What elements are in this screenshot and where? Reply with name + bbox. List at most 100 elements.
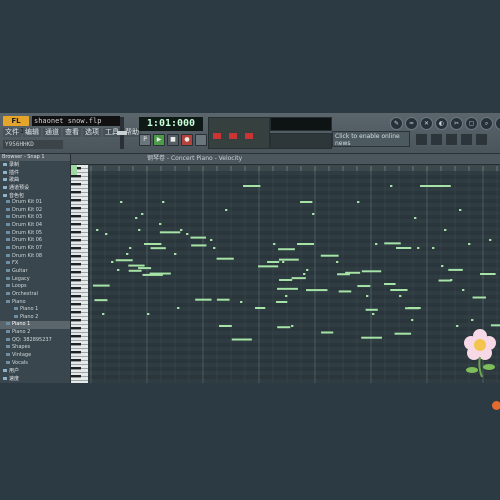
tempo-button[interactable]: [195, 134, 207, 146]
browser-item[interactable]: 用户: [0, 367, 70, 375]
folder-icon: [3, 369, 7, 373]
folder-icon: [6, 276, 10, 280]
browser-item[interactable]: Orchestral: [0, 291, 70, 299]
note: [219, 325, 232, 327]
black-key: [71, 319, 81, 322]
note: [120, 201, 123, 203]
browser-item[interactable]: Guitar: [0, 268, 70, 276]
black-key: [71, 199, 81, 202]
menu-view[interactable]: 查看: [63, 128, 81, 137]
browser-item-label: Piano 1: [12, 321, 31, 328]
grid-row: [88, 255, 500, 259]
browser-item[interactable]: 音色包: [0, 192, 70, 200]
browser-item[interactable]: Piano: [0, 299, 70, 307]
white-key: [71, 305, 88, 309]
browser-item[interactable]: Loops: [0, 283, 70, 291]
grid-row: [88, 319, 500, 323]
pencil-icon[interactable]: ✎: [390, 117, 403, 130]
grid-row: [88, 279, 500, 283]
mixer-controls[interactable]: [208, 117, 270, 149]
browser-item[interactable]: Drum Kit 05: [0, 230, 70, 238]
menu-channels[interactable]: 通道: [43, 128, 61, 137]
browser-item[interactable]: Piano 2: [0, 329, 70, 337]
slice-icon[interactable]: ✂: [450, 117, 463, 130]
grid-row: [88, 375, 500, 379]
folder-icon: [6, 238, 10, 242]
browser-item[interactable]: Piano 1: [0, 321, 70, 330]
note: [258, 265, 279, 268]
browser-item-label: Orchestral: [12, 290, 38, 297]
play-icon[interactable]: ▸: [495, 117, 500, 130]
menu-options[interactable]: 选项: [83, 128, 101, 137]
active-key: [71, 165, 77, 175]
note: [174, 253, 177, 255]
grid-row: [88, 175, 500, 179]
browser-item[interactable]: Drum Kit 01: [0, 199, 70, 207]
note: [365, 308, 378, 311]
note: [276, 301, 288, 303]
grid-row: [88, 351, 500, 355]
record-button[interactable]: ●: [181, 134, 193, 146]
menu-file[interactable]: 文件: [3, 128, 21, 137]
play-button[interactable]: ▶: [153, 134, 165, 146]
online-news-button[interactable]: Click to enable online news: [332, 131, 410, 147]
zoom-icon[interactable]: ⌕: [480, 117, 493, 130]
mute-icon[interactable]: ◐: [435, 117, 448, 130]
brush-icon[interactable]: ≈: [405, 117, 418, 130]
delete-icon[interactable]: ✕: [420, 117, 433, 130]
piano-keyboard[interactable]: [71, 165, 88, 383]
browser-item[interactable]: QQ: 382895237: [0, 337, 70, 345]
note: [420, 185, 436, 187]
browser-item[interactable]: Shapes: [0, 344, 70, 352]
led-indicator: [245, 133, 253, 139]
browser-item[interactable]: Drum Kit 02: [0, 207, 70, 215]
folder-icon: [6, 268, 10, 272]
pattern-mode-button[interactable]: P: [139, 134, 151, 146]
browser-icon[interactable]: [475, 133, 488, 146]
menu-edit[interactable]: 编辑: [23, 128, 41, 137]
browser-item[interactable]: Drum Kit 03: [0, 214, 70, 222]
browser-item[interactable]: Vintage: [0, 352, 70, 360]
browser-item-label: 用户: [9, 368, 20, 375]
white-key: [71, 321, 88, 325]
piano-roll-icon[interactable]: [460, 133, 473, 146]
white-key: [71, 337, 88, 341]
browser-item[interactable]: 通道预设: [0, 184, 70, 192]
note-grid[interactable]: [88, 171, 500, 383]
browser-item[interactable]: Vocals: [0, 360, 70, 368]
browser-item[interactable]: 速度: [0, 375, 70, 383]
folder-icon: [6, 215, 10, 219]
channel-rack-icon[interactable]: [430, 133, 443, 146]
volume-knob[interactable]: [117, 131, 127, 135]
hint-bar: Y956HHKD: [3, 140, 63, 149]
browser-item[interactable]: Legacy: [0, 276, 70, 284]
master-volume-slider[interactable]: [117, 117, 127, 149]
note: [213, 247, 216, 249]
white-key: [71, 201, 88, 205]
folder-icon: [6, 291, 10, 295]
browser-item[interactable]: Drum Kit 04: [0, 222, 70, 230]
browser-item[interactable]: Drum Kit 08: [0, 253, 70, 261]
browser-item[interactable]: Piano 1: [0, 306, 70, 314]
folder-icon: [6, 299, 10, 303]
note: [278, 248, 295, 251]
folder-icon: [6, 345, 10, 349]
note: [357, 285, 371, 288]
browser-item[interactable]: Drum Kit 07: [0, 245, 70, 253]
scroll-handle[interactable]: [492, 401, 500, 410]
folder-icon: [6, 284, 10, 288]
browser-item-label: Vintage: [12, 352, 32, 359]
note: [138, 229, 141, 231]
playlist-icon[interactable]: [415, 133, 428, 146]
mixer-icon[interactable]: [445, 133, 458, 146]
stop-button[interactable]: ■: [167, 134, 179, 146]
note: [417, 247, 420, 249]
browser-item[interactable]: 歌曲: [0, 176, 70, 184]
browser-item[interactable]: 插件: [0, 169, 70, 177]
select-icon[interactable]: ▢: [465, 117, 478, 130]
browser-item[interactable]: 录制: [0, 161, 70, 169]
browser-item[interactable]: FX: [0, 260, 70, 268]
black-key: [71, 287, 81, 290]
browser-item[interactable]: Drum Kit 06: [0, 237, 70, 245]
browser-item[interactable]: Piano 2: [0, 314, 70, 322]
